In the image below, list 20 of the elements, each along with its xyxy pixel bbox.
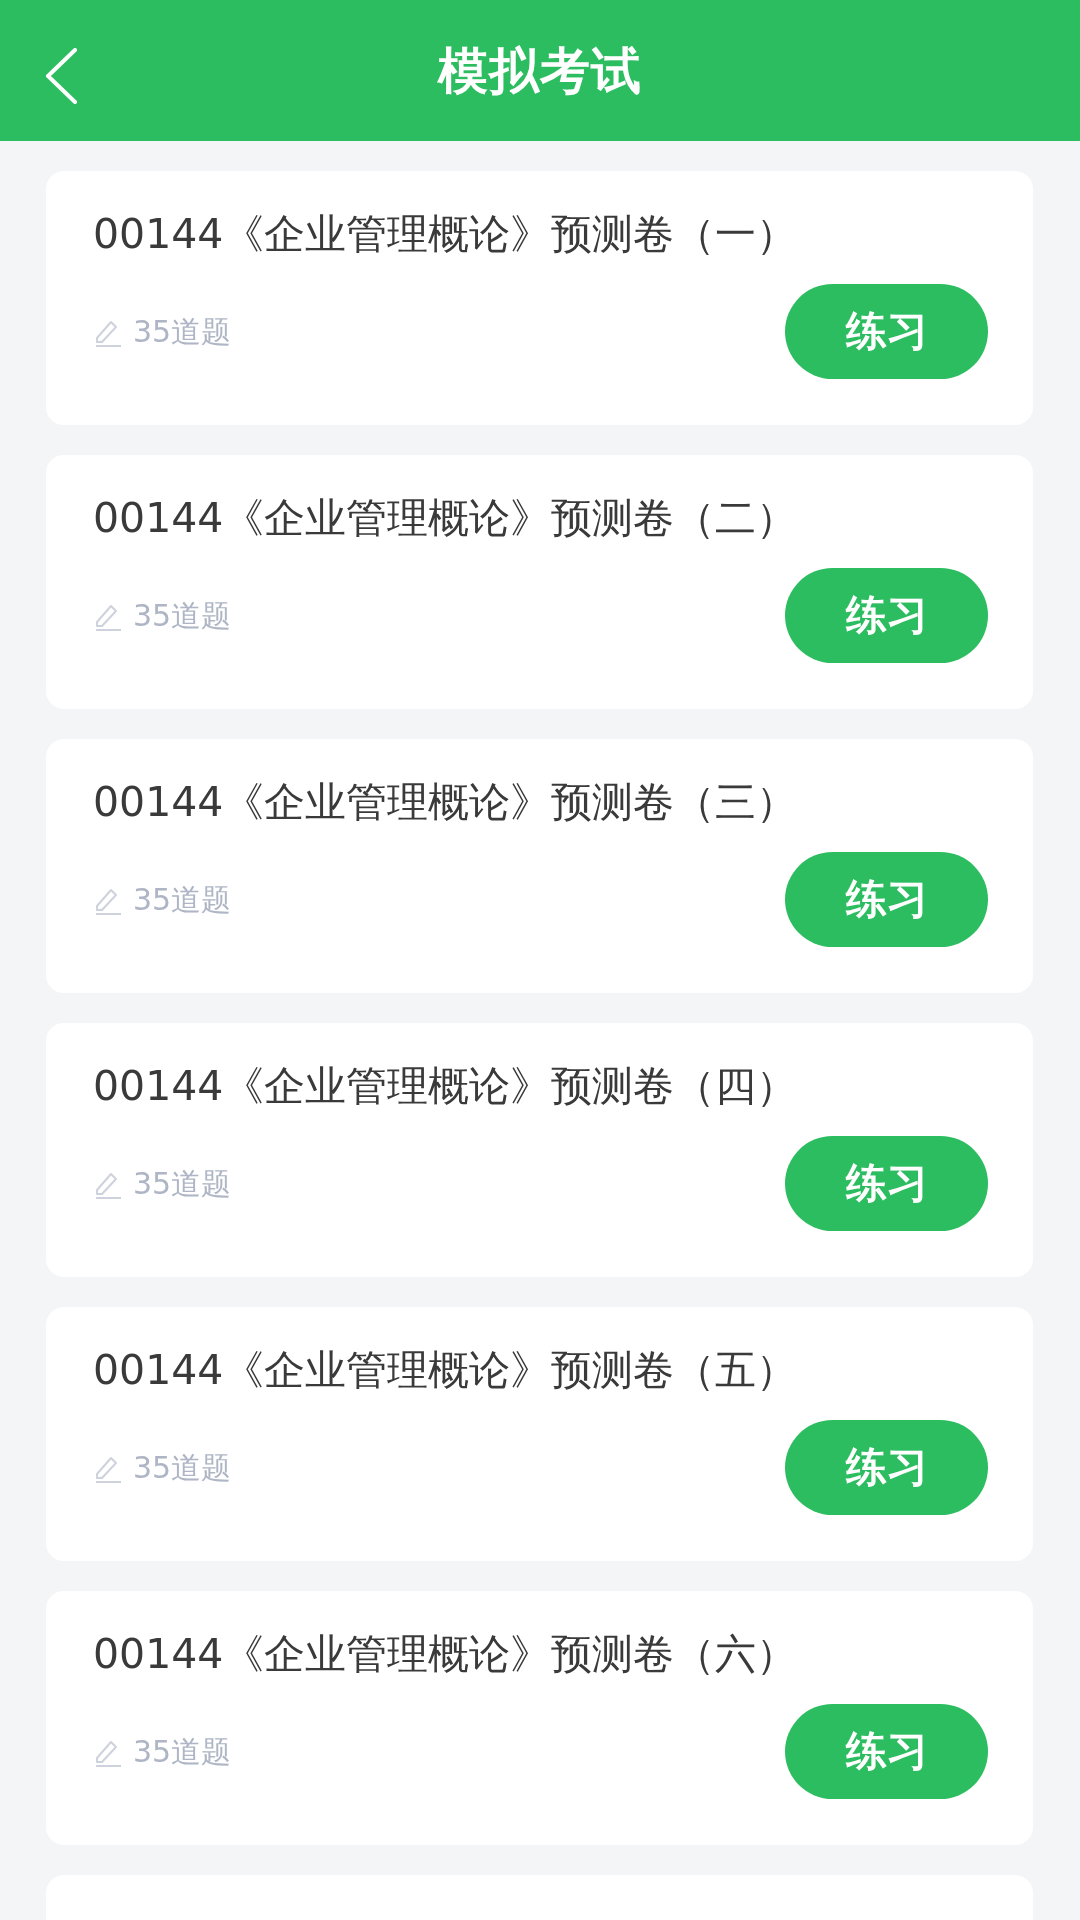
question-count: 35道题: [133, 1449, 232, 1486]
question-count: 35道题: [133, 1733, 232, 1770]
exam-title: 00144《企业管理概论》预测卷（六）: [93, 1629, 798, 1679]
exam-title: 00144《企业管理概论》预测卷（二）: [93, 493, 798, 543]
exam-title: 00144《企业管理概论》预测卷（三）: [93, 777, 798, 827]
practice-button[interactable]: 练习: [785, 1704, 988, 1799]
back-icon: [44, 48, 78, 104]
question-count: 35道题: [133, 1165, 232, 1202]
exam-title: 00144《企业管理概论》预测卷（四）: [93, 1061, 798, 1111]
question-count: 35道题: [133, 597, 232, 634]
practice-button[interactable]: 练习: [785, 1136, 988, 1231]
exam-title: 00144《企业管理概论》预测卷（五）: [93, 1345, 798, 1395]
page-title: 模拟考试: [438, 40, 642, 101]
question-count: 35道题: [133, 313, 232, 350]
question-count: 35道题: [133, 881, 232, 918]
exam-title: 00144《企业管理概论》预测卷（一）: [93, 209, 798, 259]
practice-button[interactable]: 练习: [785, 568, 988, 663]
practice-button[interactable]: 练习: [785, 852, 988, 947]
practice-button[interactable]: 练习: [785, 284, 988, 379]
practice-button[interactable]: 练习: [785, 1420, 988, 1515]
